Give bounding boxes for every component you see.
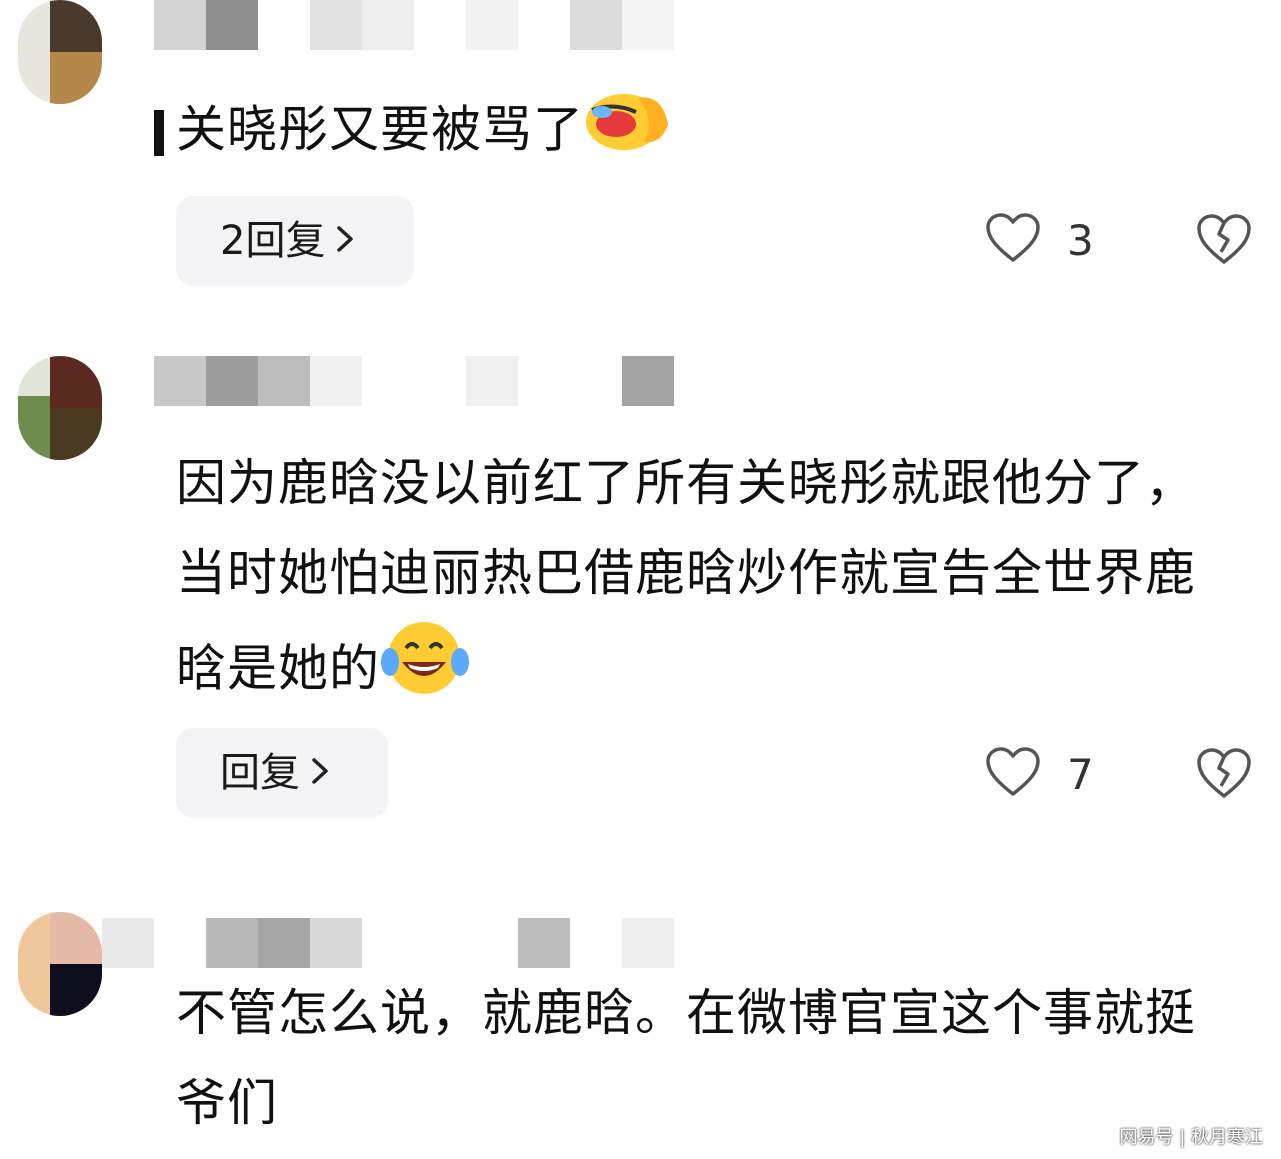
- text-cursor-mark: [154, 110, 164, 156]
- like-count: 3: [1067, 215, 1094, 265]
- like-count: 7: [1067, 749, 1094, 799]
- reply-button[interactable]: 回复: [176, 728, 388, 818]
- crying-laughing-face-icon: [584, 84, 674, 182]
- avatar[interactable]: [18, 356, 102, 460]
- username-blurred: [154, 0, 674, 50]
- username-blurred: [154, 356, 674, 406]
- broken-heart-icon: [1195, 214, 1253, 270]
- dislike-button[interactable]: [1195, 212, 1253, 270]
- heart-icon: [985, 746, 1041, 802]
- avatar[interactable]: [18, 912, 102, 1016]
- comment-text: 不管怎么说，就鹿晗。在微博官宣这个事就挺爷们: [176, 984, 1196, 1132]
- username-blurred: [102, 918, 674, 968]
- comment-text: 因为鹿晗没以前红了所有关晓彤就跟他分了，当时她怕迪丽热巴借鹿晗炒作就宣告全世界鹿…: [176, 438, 1246, 726]
- chevron-right-icon: [310, 728, 332, 818]
- heart-icon: [985, 212, 1041, 268]
- dislike-button[interactable]: [1195, 746, 1253, 804]
- tears-of-joy-icon: [380, 618, 476, 726]
- like-button[interactable]: 3: [985, 212, 1094, 268]
- comment-text: 关晓彤又要被骂了: [154, 84, 1246, 182]
- reply-button[interactable]: 2回复: [176, 196, 414, 286]
- watermark: 网易号 | 秋月寒江: [1119, 1127, 1263, 1148]
- chevron-right-icon: [335, 196, 357, 286]
- avatar[interactable]: [18, 0, 102, 104]
- broken-heart-icon: [1195, 748, 1253, 804]
- like-button[interactable]: 7: [985, 746, 1094, 802]
